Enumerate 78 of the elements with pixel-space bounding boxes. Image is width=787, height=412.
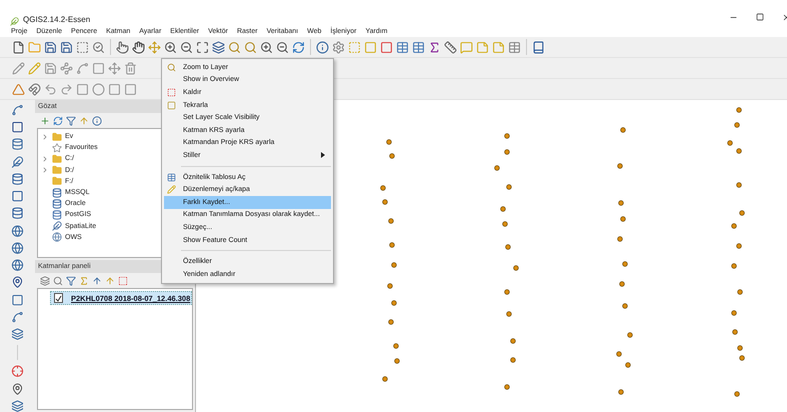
move-icon[interactable] bbox=[108, 62, 121, 74]
layers-icon[interactable] bbox=[40, 276, 50, 286]
magnifier-icon[interactable] bbox=[228, 40, 241, 54]
globe-icon[interactable] bbox=[11, 242, 24, 254]
polygon-icon[interactable] bbox=[92, 62, 105, 74]
folder-icon bbox=[52, 176, 62, 186]
window-title: QGIS2.14.2-Essen bbox=[23, 15, 90, 24]
gear-icon[interactable] bbox=[332, 40, 345, 54]
line-icon[interactable] bbox=[76, 62, 89, 74]
zoom-out-icon[interactable] bbox=[276, 40, 289, 54]
zoom-in-icon[interactable] bbox=[164, 40, 177, 54]
pointer-icon[interactable] bbox=[116, 40, 129, 54]
layers-icon[interactable] bbox=[11, 400, 24, 412]
magnifier-icon bbox=[167, 63, 176, 72]
zoom-out-icon[interactable] bbox=[180, 40, 193, 54]
app-logo-icon bbox=[10, 17, 19, 26]
layer-copy-icon bbox=[167, 100, 176, 110]
layer-checkbox[interactable] bbox=[54, 293, 63, 303]
layer-icon[interactable] bbox=[11, 294, 24, 306]
globe-icon bbox=[52, 232, 62, 242]
polygon-icon[interactable] bbox=[108, 82, 121, 96]
feather-icon bbox=[52, 221, 62, 232]
deselect-icon[interactable] bbox=[380, 40, 393, 54]
pencil-icon[interactable] bbox=[12, 62, 25, 74]
pencil-icon bbox=[167, 185, 176, 194]
raster-layer-icon[interactable] bbox=[11, 121, 24, 134]
info-icon[interactable] bbox=[92, 116, 102, 126]
new-file-icon[interactable] bbox=[12, 40, 25, 54]
save-icon[interactable] bbox=[44, 40, 57, 54]
info-icon[interactable] bbox=[316, 40, 329, 54]
layers-icon[interactable] bbox=[212, 40, 225, 54]
folder-icon bbox=[52, 132, 62, 142]
star-icon bbox=[52, 142, 62, 153]
ring-icon[interactable] bbox=[92, 82, 105, 96]
frame-icon[interactable] bbox=[76, 40, 89, 54]
table-icon bbox=[167, 172, 176, 182]
save-icon[interactable] bbox=[44, 62, 57, 74]
magnifier-icon[interactable] bbox=[244, 40, 257, 54]
feather-icon[interactable] bbox=[11, 156, 24, 168]
layers-icon[interactable] bbox=[11, 328, 24, 340]
points-icon[interactable] bbox=[60, 62, 73, 74]
trash-icon[interactable] bbox=[124, 62, 137, 74]
hand-icon[interactable] bbox=[132, 40, 145, 54]
globe-icon[interactable] bbox=[11, 259, 24, 272]
pin-icon[interactable] bbox=[11, 382, 24, 395]
vector-layer-icon[interactable] bbox=[11, 310, 24, 324]
crosshair-icon[interactable] bbox=[11, 365, 24, 378]
add-icon[interactable] bbox=[40, 116, 50, 126]
redo-icon[interactable] bbox=[60, 82, 73, 96]
point-layer-icon[interactable] bbox=[11, 276, 24, 289]
undo-icon[interactable] bbox=[44, 82, 57, 96]
help-book-icon[interactable] bbox=[532, 40, 545, 54]
remove-layer-icon[interactable] bbox=[118, 276, 128, 286]
triangle-ruler-icon[interactable] bbox=[12, 82, 25, 96]
folder-icon bbox=[52, 165, 62, 176]
magnet-icon[interactable] bbox=[28, 82, 41, 96]
sigma-icon[interactable] bbox=[428, 40, 441, 54]
filter-icon[interactable] bbox=[66, 116, 76, 126]
table-icon[interactable] bbox=[396, 40, 409, 54]
globe-icon[interactable] bbox=[11, 224, 24, 237]
ruler-icon[interactable] bbox=[444, 40, 457, 54]
zoom-full-icon[interactable] bbox=[196, 40, 209, 54]
maximize-icon[interactable] bbox=[756, 12, 764, 20]
layer-remove-icon bbox=[167, 88, 176, 98]
refresh-icon[interactable] bbox=[53, 116, 63, 126]
submenu-arrow-icon bbox=[321, 152, 325, 158]
zoom-in-icon[interactable] bbox=[260, 40, 273, 54]
table-icon[interactable] bbox=[508, 40, 521, 54]
folder-icon bbox=[52, 154, 62, 164]
table-icon[interactable] bbox=[412, 40, 425, 54]
vector-layer-icon[interactable] bbox=[11, 104, 24, 116]
polygon-icon[interactable] bbox=[124, 82, 137, 96]
polygon-icon[interactable] bbox=[76, 82, 89, 96]
refresh-icon[interactable] bbox=[292, 40, 305, 54]
magnifier-icon[interactable] bbox=[53, 276, 63, 286]
zoom-icon[interactable] bbox=[92, 40, 105, 54]
save-icon[interactable] bbox=[60, 40, 73, 54]
filter-icon[interactable] bbox=[66, 276, 76, 286]
